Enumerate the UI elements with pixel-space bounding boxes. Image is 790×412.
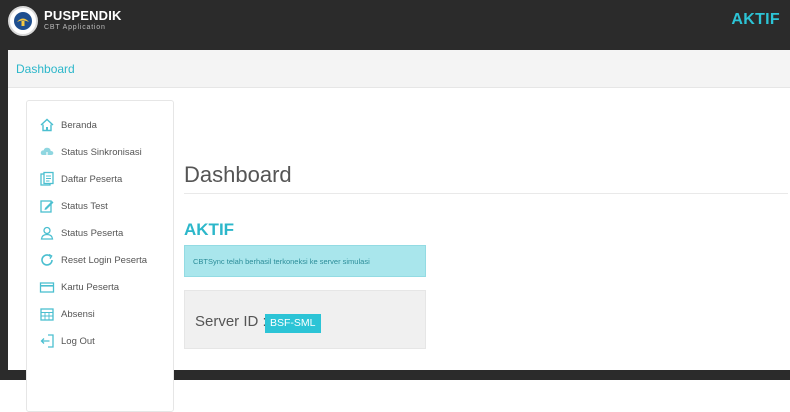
document-list-icon [40, 171, 54, 186]
logo-emblem-icon [14, 12, 32, 30]
alert-message: CBTSync telah berhasil terkoneksi ke ser… [193, 257, 370, 266]
sidebar-item-label: Reset Login Peserta [61, 254, 148, 266]
sidebar-item-status-test[interactable]: Status Test [39, 196, 169, 216]
home-icon [40, 118, 54, 132]
server-id-badge: BSF-SML [265, 314, 321, 333]
sidebar-item-status-peserta[interactable]: Status Peserta [39, 223, 169, 243]
cloud-sync-icon [40, 147, 54, 159]
breadcrumb-dashboard-link[interactable]: Dashboard [16, 62, 75, 76]
sidebar-item-daftar-peserta[interactable]: Daftar Peserta [39, 169, 169, 189]
sidebar-item-label: Kartu Peserta [61, 281, 120, 293]
edit-icon [40, 200, 54, 213]
sidebar-item-label: Beranda [61, 119, 97, 131]
server-id-label: Server ID : [195, 313, 267, 330]
sidebar-item-label: Status Peserta [61, 227, 124, 239]
app-window: PUSPENDIK CBT Application AKTIF Dashboar… [0, 0, 790, 412]
calendar-icon [40, 308, 54, 321]
page-title: Dashboard [184, 162, 292, 187]
sidebar-item-absensi[interactable]: Absensi [39, 304, 169, 324]
brand-title: PUSPENDIK [44, 8, 122, 23]
sidebar-item-label: Status Sinkronisasi [61, 146, 142, 158]
puspendik-logo [8, 6, 38, 36]
logout-icon [40, 334, 54, 348]
connection-alert: CBTSync telah berhasil terkoneksi ke ser… [184, 245, 426, 277]
main-area: Dashboard Beranda Status Sinkronisasi Da… [8, 50, 790, 412]
sidebar: Beranda Status Sinkronisasi Daftar Peser… [26, 100, 174, 412]
sidebar-item-label: Log Out [61, 335, 95, 347]
sidebar-item-label: Daftar Peserta [61, 173, 123, 185]
card-icon [39, 282, 55, 293]
title-divider [184, 193, 788, 194]
dashboard-content: Dashboard AKTIF CBTSync telah berhasil t… [184, 100, 790, 412]
brand-subtitle: CBT Application [44, 24, 106, 31]
sidebar-item-reset-login-peserta[interactable]: Reset Login Peserta [39, 250, 169, 270]
top-navbar: PUSPENDIK CBT Application AKTIF [0, 0, 790, 42]
status-heading: AKTIF [184, 220, 235, 239]
connection-status: AKTIF [731, 11, 780, 28]
sidebar-item-kartu-peserta[interactable]: Kartu Peserta [39, 277, 169, 297]
user-icon [40, 226, 54, 240]
breadcrumb: Dashboard [8, 50, 790, 88]
server-info-panel: Server ID : BSF-SML [184, 290, 426, 349]
sidebar-item-log-out[interactable]: Log Out [39, 331, 169, 351]
refresh-icon [41, 253, 53, 266]
sidebar-item-status-sinkronisasi[interactable]: Status Sinkronisasi [39, 142, 169, 162]
sidebar-item-label: Status Test [61, 200, 108, 212]
sidebar-item-label: Absensi [61, 308, 95, 320]
sidebar-item-beranda[interactable]: Beranda [39, 115, 169, 135]
